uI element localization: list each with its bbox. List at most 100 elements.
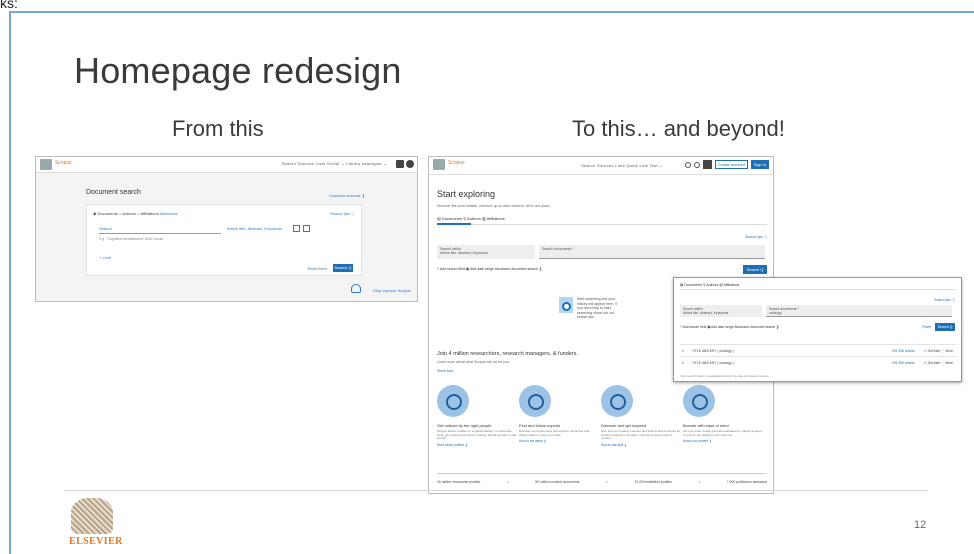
stat-item: 7,000 publishers assessed: [726, 480, 767, 484]
overlay-input-value: ontology: [769, 311, 782, 315]
feature-link: How to set alerts ❯: [519, 439, 547, 444]
from-label: From this: [172, 116, 264, 141]
old-header: Scopus Search Sources Lists SciVal ⌄ Lib…: [36, 157, 417, 173]
new-stats-bar: 16 million researcher profiles • 80 mill…: [437, 473, 767, 484]
sign-in-button: Sign in: [750, 160, 769, 169]
feature-discover: Discover and get inspired Dive into our …: [601, 385, 681, 447]
old-heading: Document search: [86, 189, 141, 196]
overlay-add-links: + Add search field ▣ Add date range Adva…: [680, 325, 779, 329]
history-num: 1: [682, 349, 684, 353]
create-account-button: Create account: [714, 160, 748, 169]
user-icon: [406, 160, 414, 168]
overlay-search-tips: Search tips ⓘ: [934, 298, 955, 302]
new-field-select: Search within Article title, Abstract, K…: [437, 245, 535, 259]
new-search-input: Search documents *: [539, 245, 765, 259]
old-compare-link: Compare sources ❯: [328, 193, 365, 198]
feature-browse: Browse with ease of mind We only index q…: [683, 385, 763, 443]
elsevier-logo-text: ELSEVIER: [69, 536, 123, 547]
old-add-field-icon: [293, 225, 300, 232]
institution-icon: [396, 160, 404, 168]
stat-separator: •: [507, 480, 509, 484]
elsevier-logo-icon: [40, 159, 52, 170]
old-search-underline: [99, 233, 221, 234]
handshake-icon: [519, 385, 551, 417]
stat-item: 80 million curated documents: [535, 480, 580, 484]
search-history-screenshot: ▤ Documents ⚲ Authors ▥ Affiliations Sea…: [673, 277, 962, 382]
old-search-button: Search Q: [333, 264, 353, 272]
old-add-range-icon: [303, 225, 310, 232]
overlay-footer: Your search history is available through…: [680, 374, 770, 378]
history-actions: ☐ Set Alert ⋮ More: [924, 361, 953, 365]
page-number: 12: [914, 519, 927, 531]
footer-divider: [64, 490, 928, 491]
feature-profiles: Get noticed by the right people Scopus a…: [437, 385, 517, 447]
old-nav: Search Sources Lists SciVal ⌄ Library ca…: [281, 161, 387, 166]
old-tabs: ◉ Documents ○ Authors ○ Affiliations Adv…: [93, 211, 177, 216]
overlay-search-input: Search documents * ontology: [766, 305, 952, 317]
magnifier-icon: [562, 302, 571, 311]
history-num: 2: [682, 361, 684, 365]
history-row: 2 TITLE-ABS-KEY ( ontology ) 291,396 res…: [680, 356, 956, 368]
stat-item: 70,000 institution profiles: [634, 480, 672, 484]
old-search-hint: E.g. "Cognitive architectures" AND robot…: [99, 237, 164, 241]
to-label: To this… and beyond!: [572, 116, 785, 141]
new-tab-divider: [437, 224, 767, 225]
feature-title: Browse with ease of mind: [683, 423, 729, 428]
elsevier-logo-icon: [433, 159, 445, 170]
feature-link: About our content ❯: [683, 439, 712, 444]
new-search-tips: Search tips ⓘ: [745, 235, 767, 239]
old-field-select: Article title, Abstract, Keywords: [227, 226, 282, 231]
old-search-tips: Search tips ⓘ: [329, 211, 355, 216]
overlay-field-select: Search within Article title, Abstract, K…: [680, 305, 762, 317]
new-join-title: Join 4 million researchers, research man…: [437, 351, 578, 357]
feature-link: How to use lists ❯: [601, 442, 627, 447]
old-header-icons: [396, 160, 414, 168]
new-header-actions: Create account Sign in: [684, 160, 769, 169]
feature-link: More about profiles ❯: [437, 442, 468, 447]
stat-separator: •: [606, 480, 608, 484]
feature-desc: We only index quality journals evaluated…: [683, 429, 763, 437]
feature-title: Discover and get inspired: [601, 423, 647, 428]
new-tab-active-indicator: [437, 223, 471, 225]
new-search-button: Search Q: [743, 265, 767, 274]
overlay-search-button: Search Q: [935, 323, 955, 331]
new-select-value: Article title, Abstract, Keywords: [440, 251, 489, 255]
feature-desc: Discover and track peers and experts, li…: [519, 429, 590, 437]
old-limit-link: + Limit: [99, 255, 111, 260]
old-brand: Scopus: [55, 160, 72, 166]
new-description: Discover the most reliable, relevant, up…: [437, 204, 551, 208]
stat-separator: •: [698, 480, 700, 484]
history-row: 1 TITLE-ABS-KEY ( ontology ) 291,396 res…: [680, 344, 956, 356]
new-show-less: Show less: [437, 369, 453, 373]
feature-desc: Dive into our curated, relevant and link…: [601, 429, 680, 441]
slide-title: Homepage redesign: [74, 50, 402, 91]
history-query: TITLE-ABS-KEY ( ontology ): [692, 361, 734, 365]
history-count: 291,396 results: [892, 349, 915, 353]
slide-stage: ks: Homepage redesign From this To this……: [0, 0, 974, 554]
feature-desc: Scopus author profiles on a global platf…: [437, 429, 517, 441]
sparkle-icon: [683, 385, 715, 417]
feature-title: Find and follow experts: [519, 423, 561, 428]
institution-icon: [702, 160, 712, 169]
new-hint-text: Start searching and your history will ap…: [577, 297, 617, 319]
overlay-tab-divider: [680, 289, 956, 290]
new-join-sub: Learn more about what Scopus can do for …: [437, 360, 510, 364]
old-advanced-link: Advanced: [159, 211, 178, 216]
help-icon: [684, 161, 691, 168]
old-homepage-screenshot: Scopus Search Sources Lists SciVal ⌄ Lib…: [35, 156, 418, 302]
bell-icon: [693, 161, 700, 168]
old-reset-link: Reset form: [307, 266, 327, 271]
history-count: 291,396 results: [892, 361, 915, 365]
feature-experts: Find and follow experts Discover and tra…: [519, 385, 599, 443]
help-icon: [351, 284, 361, 293]
history-actions: ☐ Set Alert ⋮ More: [924, 349, 953, 353]
stat-item: 16 million researcher profiles: [437, 480, 481, 484]
overlay-tabs: ▤ Documents ⚲ Authors ▥ Affiliations: [680, 283, 740, 287]
new-nav: Search Sources Lists Quick Link Test ⌄: [581, 163, 663, 168]
overlay-reset: Reset: [922, 325, 931, 329]
new-brand: Scopus: [448, 160, 465, 166]
old-help-link: Help improve Scopus: [372, 288, 411, 293]
new-add-links: + Add search field ▣ Add date range Adva…: [437, 267, 542, 271]
old-search-label: Search: [99, 226, 112, 231]
elsevier-tree-logo-icon: [71, 498, 113, 534]
